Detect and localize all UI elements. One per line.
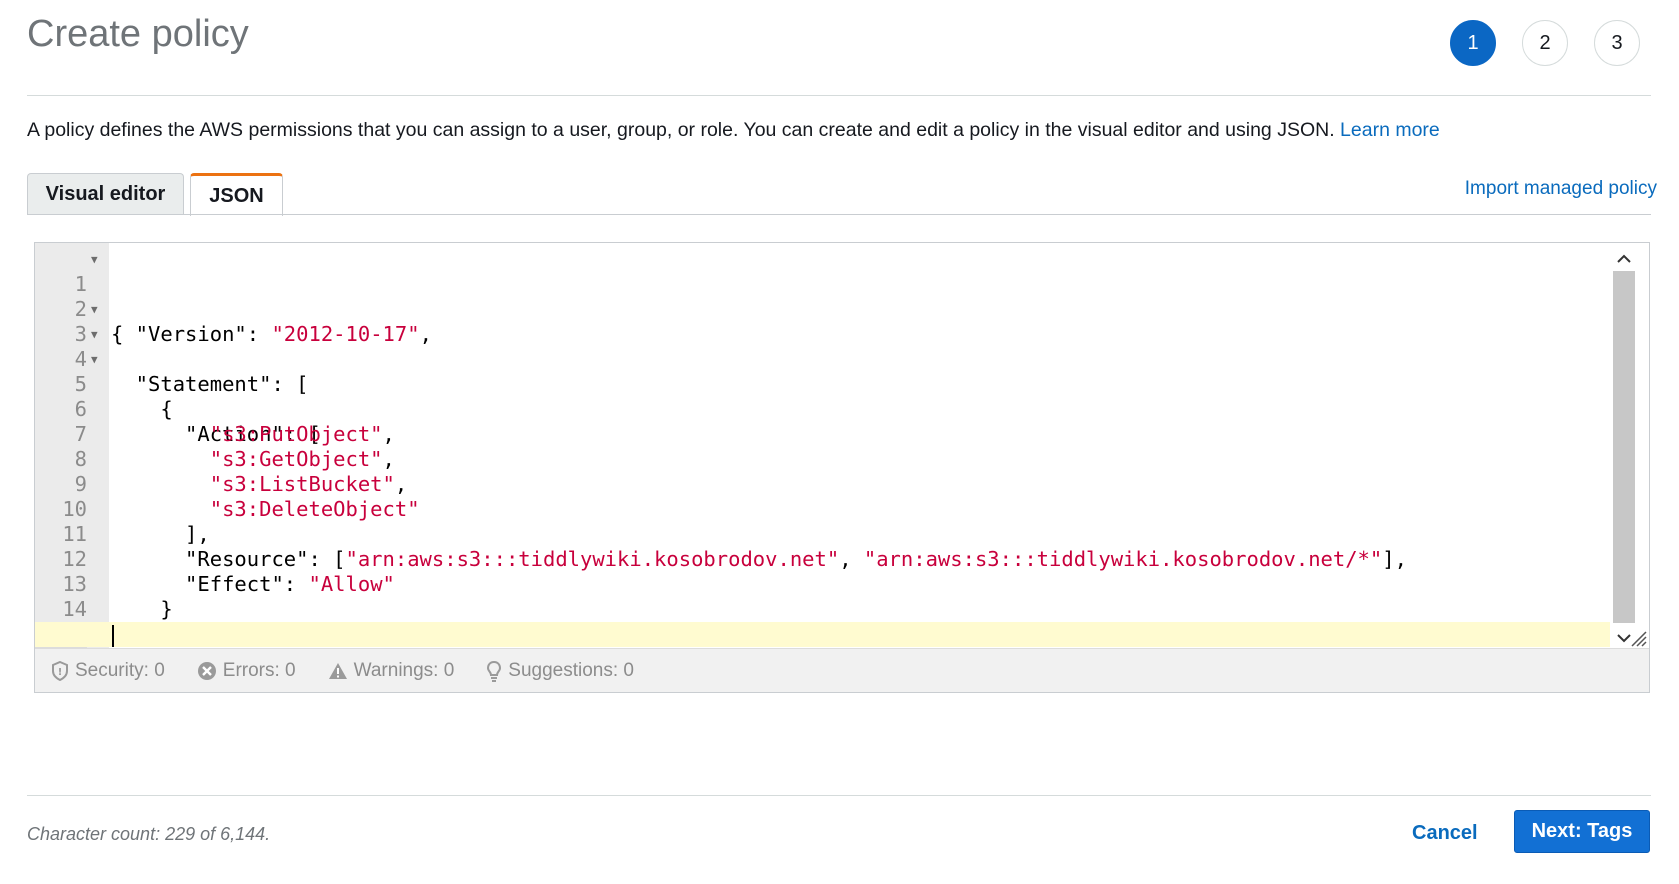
suggestions-count: Suggestions: 0: [508, 659, 634, 681]
step-1[interactable]: 1: [1450, 20, 1496, 66]
policy-description: A policy defines the AWS permissions tha…: [27, 119, 1440, 142]
code-line: 15 }: [35, 597, 1610, 671]
fold-arrow-icon[interactable]: ▼: [91, 247, 98, 272]
code-line-current[interactable]: 16: [35, 622, 1610, 672]
code-line: 6 "s3:PutObject",: [35, 372, 1610, 446]
learn-more-link[interactable]: Learn more: [1340, 119, 1440, 141]
code-line: 9 "s3:DeleteObject": [35, 447, 1610, 521]
lightbulb-icon: [487, 660, 502, 682]
warning-icon: [328, 662, 347, 679]
errors-count: Errors: 0: [222, 659, 296, 681]
warnings-count: Warnings: 0: [353, 659, 455, 681]
step-2[interactable]: 2: [1522, 20, 1568, 66]
code-line: 1 ▼ {: [35, 247, 1610, 346]
vertical-scrollbar[interactable]: [1611, 247, 1637, 647]
text-cursor: [112, 625, 114, 647]
code-line: 13 }: [35, 547, 1610, 621]
json-editor[interactable]: 1 ▼ { 2 "Version": "2012-10-17", 3 ▼ "St…: [34, 242, 1650, 693]
resize-grip-icon[interactable]: [1627, 627, 1647, 647]
code-line: 5 ▼ "Action": [: [35, 347, 1610, 446]
character-count: Character count: 229 of 6,144.: [27, 824, 271, 844]
scrollbar-thumb[interactable]: [1613, 271, 1635, 623]
fold-arrow-icon[interactable]: ▼: [91, 347, 98, 372]
errors-status[interactable]: Errors: 0: [197, 660, 296, 682]
security-status[interactable]: ! Security: 0: [51, 660, 165, 682]
description-text: A policy defines the AWS permissions tha…: [27, 119, 1335, 141]
code-line: 10 ],: [35, 472, 1610, 546]
warnings-status[interactable]: Warnings: 0: [328, 659, 455, 682]
fold-arrow-icon[interactable]: ▼: [91, 322, 98, 347]
validation-statusbar: ! Security: 0 Errors: 0 Warnings: 0 Sugg…: [35, 648, 1649, 692]
tab-json[interactable]: JSON: [190, 173, 283, 216]
code-line: 11 "Resource": ["arn:aws:s3:::tiddlywiki…: [35, 497, 1610, 571]
code-line: 4 ▼ {: [35, 322, 1610, 421]
tab-visual-editor[interactable]: Visual editor: [27, 173, 184, 215]
shield-icon: !: [52, 660, 68, 681]
error-icon: [197, 661, 216, 680]
code-line: 8 "s3:ListBucket",: [35, 422, 1610, 496]
suggestions-status[interactable]: Suggestions: 0: [486, 660, 634, 682]
code-line: 12 "Effect": "Allow": [35, 522, 1610, 596]
scroll-up-icon[interactable]: [1611, 247, 1637, 269]
cancel-button[interactable]: Cancel: [1412, 822, 1478, 845]
security-count: Security: 0: [75, 659, 165, 681]
next-tags-button[interactable]: Next: Tags: [1514, 810, 1650, 853]
import-managed-policy-link[interactable]: Import managed policy: [1465, 178, 1657, 200]
footer-divider: [27, 795, 1651, 796]
code-line: 3 ▼ "Statement": [: [35, 297, 1610, 396]
svg-text:!: !: [58, 667, 63, 678]
code-line: 7 "s3:GetObject",: [35, 397, 1610, 471]
code-line: 2 "Version": "2012-10-17",: [35, 272, 1610, 346]
tabs-divider: [27, 214, 1651, 215]
step-3[interactable]: 3: [1594, 20, 1640, 66]
fold-arrow-icon[interactable]: ▼: [91, 297, 98, 322]
code-line: 14 ]: [35, 572, 1610, 646]
header-divider: [27, 95, 1651, 96]
step-indicator: 1 2 3: [0, 0, 1679, 80]
